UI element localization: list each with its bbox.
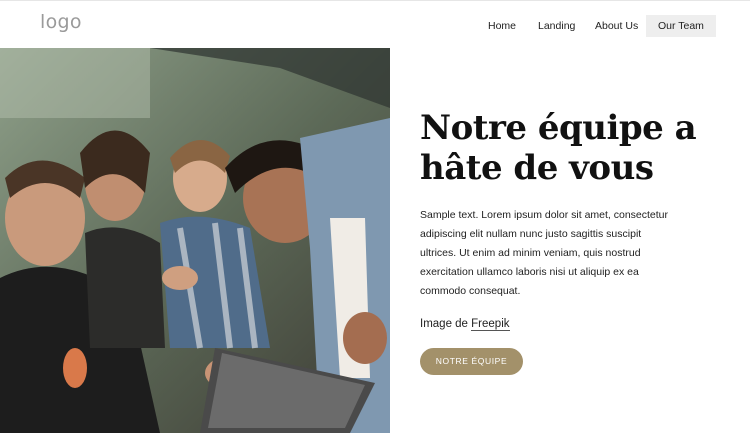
hero-body-text: Sample text. Lorem ipsum dolor sit amet,… — [420, 209, 669, 297]
site-header: logo Home Landing About Us Our Team — [0, 0, 750, 48]
hero-heading-line-1: Notre équipe a — [420, 108, 697, 148]
nav-landing[interactable]: Landing — [538, 15, 575, 37]
nav-home[interactable]: Home — [488, 15, 516, 37]
freepik-link[interactable]: Freepik — [471, 318, 510, 331]
hero-content: Notre équipe a hâte de vous Sample text.… — [420, 108, 730, 331]
image-credit-prefix: Image de — [420, 318, 468, 330]
notre-equipe-button[interactable]: NOTRE ÉQUIPE — [420, 348, 523, 375]
image-credit: Image de Freepik — [420, 318, 730, 331]
nav-about-us[interactable]: About Us — [595, 15, 638, 37]
nav-our-team[interactable]: Our Team — [646, 15, 716, 37]
hero-heading: Notre équipe a hâte de vous — [420, 108, 730, 188]
main-nav: Home Landing About Us Our Team — [0, 15, 750, 37]
team-photo — [0, 48, 390, 433]
hero-heading-line-2: hâte de vous — [420, 148, 654, 188]
